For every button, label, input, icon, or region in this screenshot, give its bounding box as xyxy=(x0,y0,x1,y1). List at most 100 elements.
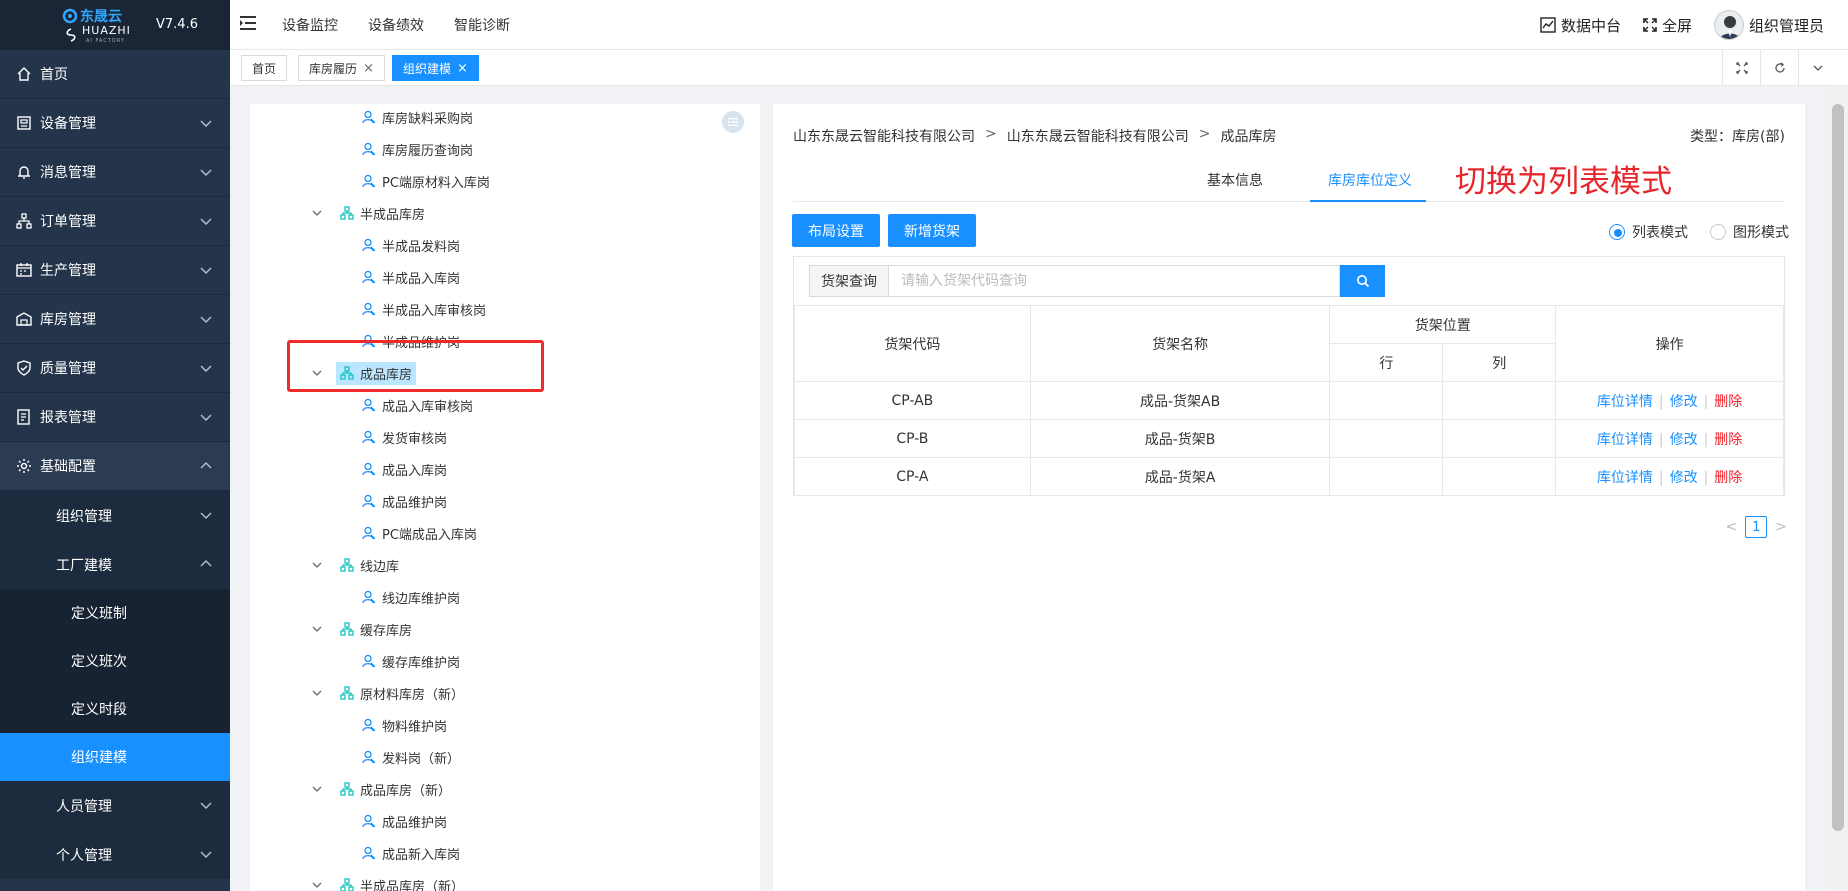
user-menu[interactable]: 组织管理员 xyxy=(1713,10,1824,40)
sidebar-subitem-0[interactable]: 组织管理 xyxy=(0,491,230,540)
tree-node-dept[interactable]: 线边库 xyxy=(310,552,403,578)
tree-node-label-wrap: 库房履历查询岗 xyxy=(358,138,477,161)
delete-link[interactable]: 删除 xyxy=(1714,470,1742,486)
edit-link[interactable]: 修改 xyxy=(1670,470,1698,486)
tree-node-dept[interactable]: 半成品库房（新） xyxy=(310,872,468,891)
breadcrumb: 山东东晟云智能科技有限公司 > 山东东晟云智能科技有限公司 > 成品库房 xyxy=(793,126,1276,146)
tree-node-dept[interactable]: 成品库房（新） xyxy=(310,776,455,802)
data-center-button[interactable]: 数据中台 xyxy=(1540,15,1621,36)
tabs-refresh-button[interactable] xyxy=(1760,50,1798,86)
scrollbar-thumb[interactable] xyxy=(1832,104,1844,831)
nav-device-monitor[interactable]: 设备监控 xyxy=(282,15,338,35)
device-icon xyxy=(17,116,31,130)
search-prefix-label: 货架查询 xyxy=(809,265,889,297)
tree-node-dept[interactable]: 半成品库房 xyxy=(310,200,429,226)
fullscreen-button[interactable]: 全屏 xyxy=(1643,15,1692,36)
sidebar-tailitem-1[interactable]: 个人管理 xyxy=(0,830,230,879)
nav-device-performance[interactable]: 设备绩效 xyxy=(368,15,424,35)
tree-node-dept[interactable]: 缓存库房 xyxy=(310,616,416,642)
tree-node-post[interactable]: 物料维护岗 xyxy=(358,712,451,738)
tree-node-post[interactable]: 半成品入库岗 xyxy=(358,264,464,290)
next-page-button[interactable]: > xyxy=(1775,519,1787,535)
tree-node-post[interactable]: 成品维护岗 xyxy=(358,488,451,514)
sidebar-tailitem-0[interactable]: 人员管理 xyxy=(0,781,230,830)
breadcrumb-item-company-2[interactable]: 山东东晟云智能科技有限公司 xyxy=(1007,126,1189,146)
tree-node-post[interactable]: 成品入库审核岗 xyxy=(358,392,477,418)
menu-toggle-icon[interactable] xyxy=(240,16,256,30)
ops-separator: | xyxy=(1658,469,1664,486)
sidebar-item-2[interactable]: 消息管理 xyxy=(0,148,230,197)
tab-warehouse-history[interactable]: 库房履历 × xyxy=(298,55,385,81)
ops-separator: | xyxy=(1658,431,1664,448)
tree-node-post[interactable]: 发货审核岗 xyxy=(358,424,451,450)
sidebar-subsubitem-0[interactable]: 定义班制 xyxy=(0,589,230,637)
tree-node-post[interactable]: 半成品入库审核岗 xyxy=(358,296,490,322)
tree-node-post[interactable]: 库房履历查询岗 xyxy=(358,136,477,162)
tree-node-post[interactable]: 线边库维护岗 xyxy=(358,584,464,610)
breadcrumb-item-company[interactable]: 山东东晟云智能科技有限公司 xyxy=(793,126,975,146)
list-mode-radio[interactable]: 列表模式 xyxy=(1609,222,1688,242)
location-detail-link[interactable]: 库位详情 xyxy=(1597,432,1653,448)
sidebar-item-4[interactable]: 生产管理 xyxy=(0,246,230,295)
sidebar-item-3[interactable]: 订单管理 xyxy=(0,197,230,246)
close-icon[interactable]: × xyxy=(363,61,374,76)
bell-icon xyxy=(18,166,30,179)
sidebar-subitem-1[interactable]: 工厂建模 xyxy=(0,540,230,589)
tab-location-definition[interactable]: 库房库位定义 xyxy=(1328,170,1412,190)
page-number[interactable]: 1 xyxy=(1745,516,1768,538)
breadcrumb-item-warehouse[interactable]: 成品库房 xyxy=(1220,126,1276,146)
sidebar-subsubitem-3[interactable]: 组织建模 xyxy=(0,733,230,781)
graph-mode-radio[interactable]: 图形模式 xyxy=(1710,222,1789,242)
sidebar-item-7[interactable]: 报表管理 xyxy=(0,393,230,442)
page-scrollbar[interactable] xyxy=(1829,86,1848,891)
tree-node-post[interactable]: 成品维护岗 xyxy=(358,808,451,834)
tree-node-dept[interactable]: 原材料库房（新） xyxy=(310,680,468,706)
edit-link[interactable]: 修改 xyxy=(1670,432,1698,448)
logo-mark-icon xyxy=(62,8,78,24)
shelf-search-input[interactable] xyxy=(889,265,1340,297)
tree-node-post[interactable]: 成品入库岗 xyxy=(358,456,451,482)
chevron-down-icon xyxy=(200,120,212,127)
user-post-icon xyxy=(362,654,376,668)
tab-org-modeling[interactable]: 组织建模 × xyxy=(392,55,479,81)
layout-settings-button[interactable]: 布局设置 xyxy=(792,214,880,247)
table-row: CP-A 成品-货架A 库位详情 | 修改 | 删除 xyxy=(794,457,1784,496)
sidebar-item-1[interactable]: 设备管理 xyxy=(0,99,230,148)
nav-smart-diagnosis[interactable]: 智能诊断 xyxy=(454,15,510,35)
tree-node-post[interactable]: 半成品发料岗 xyxy=(358,232,464,258)
tab-basic-info[interactable]: 基本信息 xyxy=(1207,170,1263,190)
sidebar-item-6[interactable]: 质量管理 xyxy=(0,344,230,393)
tree-node-post[interactable]: PC端成品入库岗 xyxy=(358,520,481,546)
tabs-fullscreen-button[interactable] xyxy=(1722,50,1760,86)
location-detail-link[interactable]: 库位详情 xyxy=(1597,394,1653,410)
tree-node-post[interactable]: 库房缺料采购岗 xyxy=(358,104,477,130)
tree-node-label: 线边库维护岗 xyxy=(382,591,461,607)
sidebar-subsubitem-1[interactable]: 定义班次 xyxy=(0,637,230,685)
tree-node-post[interactable]: 成品新入库岗 xyxy=(358,840,464,866)
tab-home[interactable]: 首页 xyxy=(241,55,288,81)
search-button[interactable] xyxy=(1340,265,1385,297)
tree-node-label: 发料岗（新） xyxy=(382,751,461,767)
tree-node-post[interactable]: 缓存库维护岗 xyxy=(358,648,464,674)
sidebar-item-5[interactable]: 库房管理 xyxy=(0,295,230,344)
location-detail-link[interactable]: 库位详情 xyxy=(1597,470,1653,486)
sidebar-item-0[interactable]: 首页 xyxy=(0,50,230,99)
chevron-down-icon xyxy=(200,802,212,809)
delete-link[interactable]: 删除 xyxy=(1714,394,1742,410)
prev-page-button[interactable]: < xyxy=(1726,519,1738,535)
tabs-dropdown-button[interactable] xyxy=(1798,50,1836,86)
sidebar-item-8[interactable]: 基础配置 xyxy=(0,442,230,491)
tree-collapse-button[interactable] xyxy=(722,111,744,133)
logo: 东晟云 HUAZHI AI FACTORY V7.4.6 xyxy=(0,0,230,50)
delete-link[interactable]: 删除 xyxy=(1714,432,1742,448)
sidebar-subsubitem-2[interactable]: 定义时段 xyxy=(0,685,230,733)
edit-link[interactable]: 修改 xyxy=(1670,394,1698,410)
view-mode-toggle: 列表模式 图形模式 xyxy=(1609,222,1789,242)
tree-node-post[interactable]: PC端原材料入库岗 xyxy=(358,168,494,194)
tree-node-post[interactable]: 发料岗（新） xyxy=(358,744,464,770)
ops-separator: | xyxy=(1703,431,1709,448)
add-shelf-button[interactable]: 新增货架 xyxy=(888,214,976,247)
tree-node-label: 半成品库房 xyxy=(360,207,426,223)
close-icon[interactable]: × xyxy=(457,61,468,76)
col-header-col: 列 xyxy=(1442,343,1557,382)
